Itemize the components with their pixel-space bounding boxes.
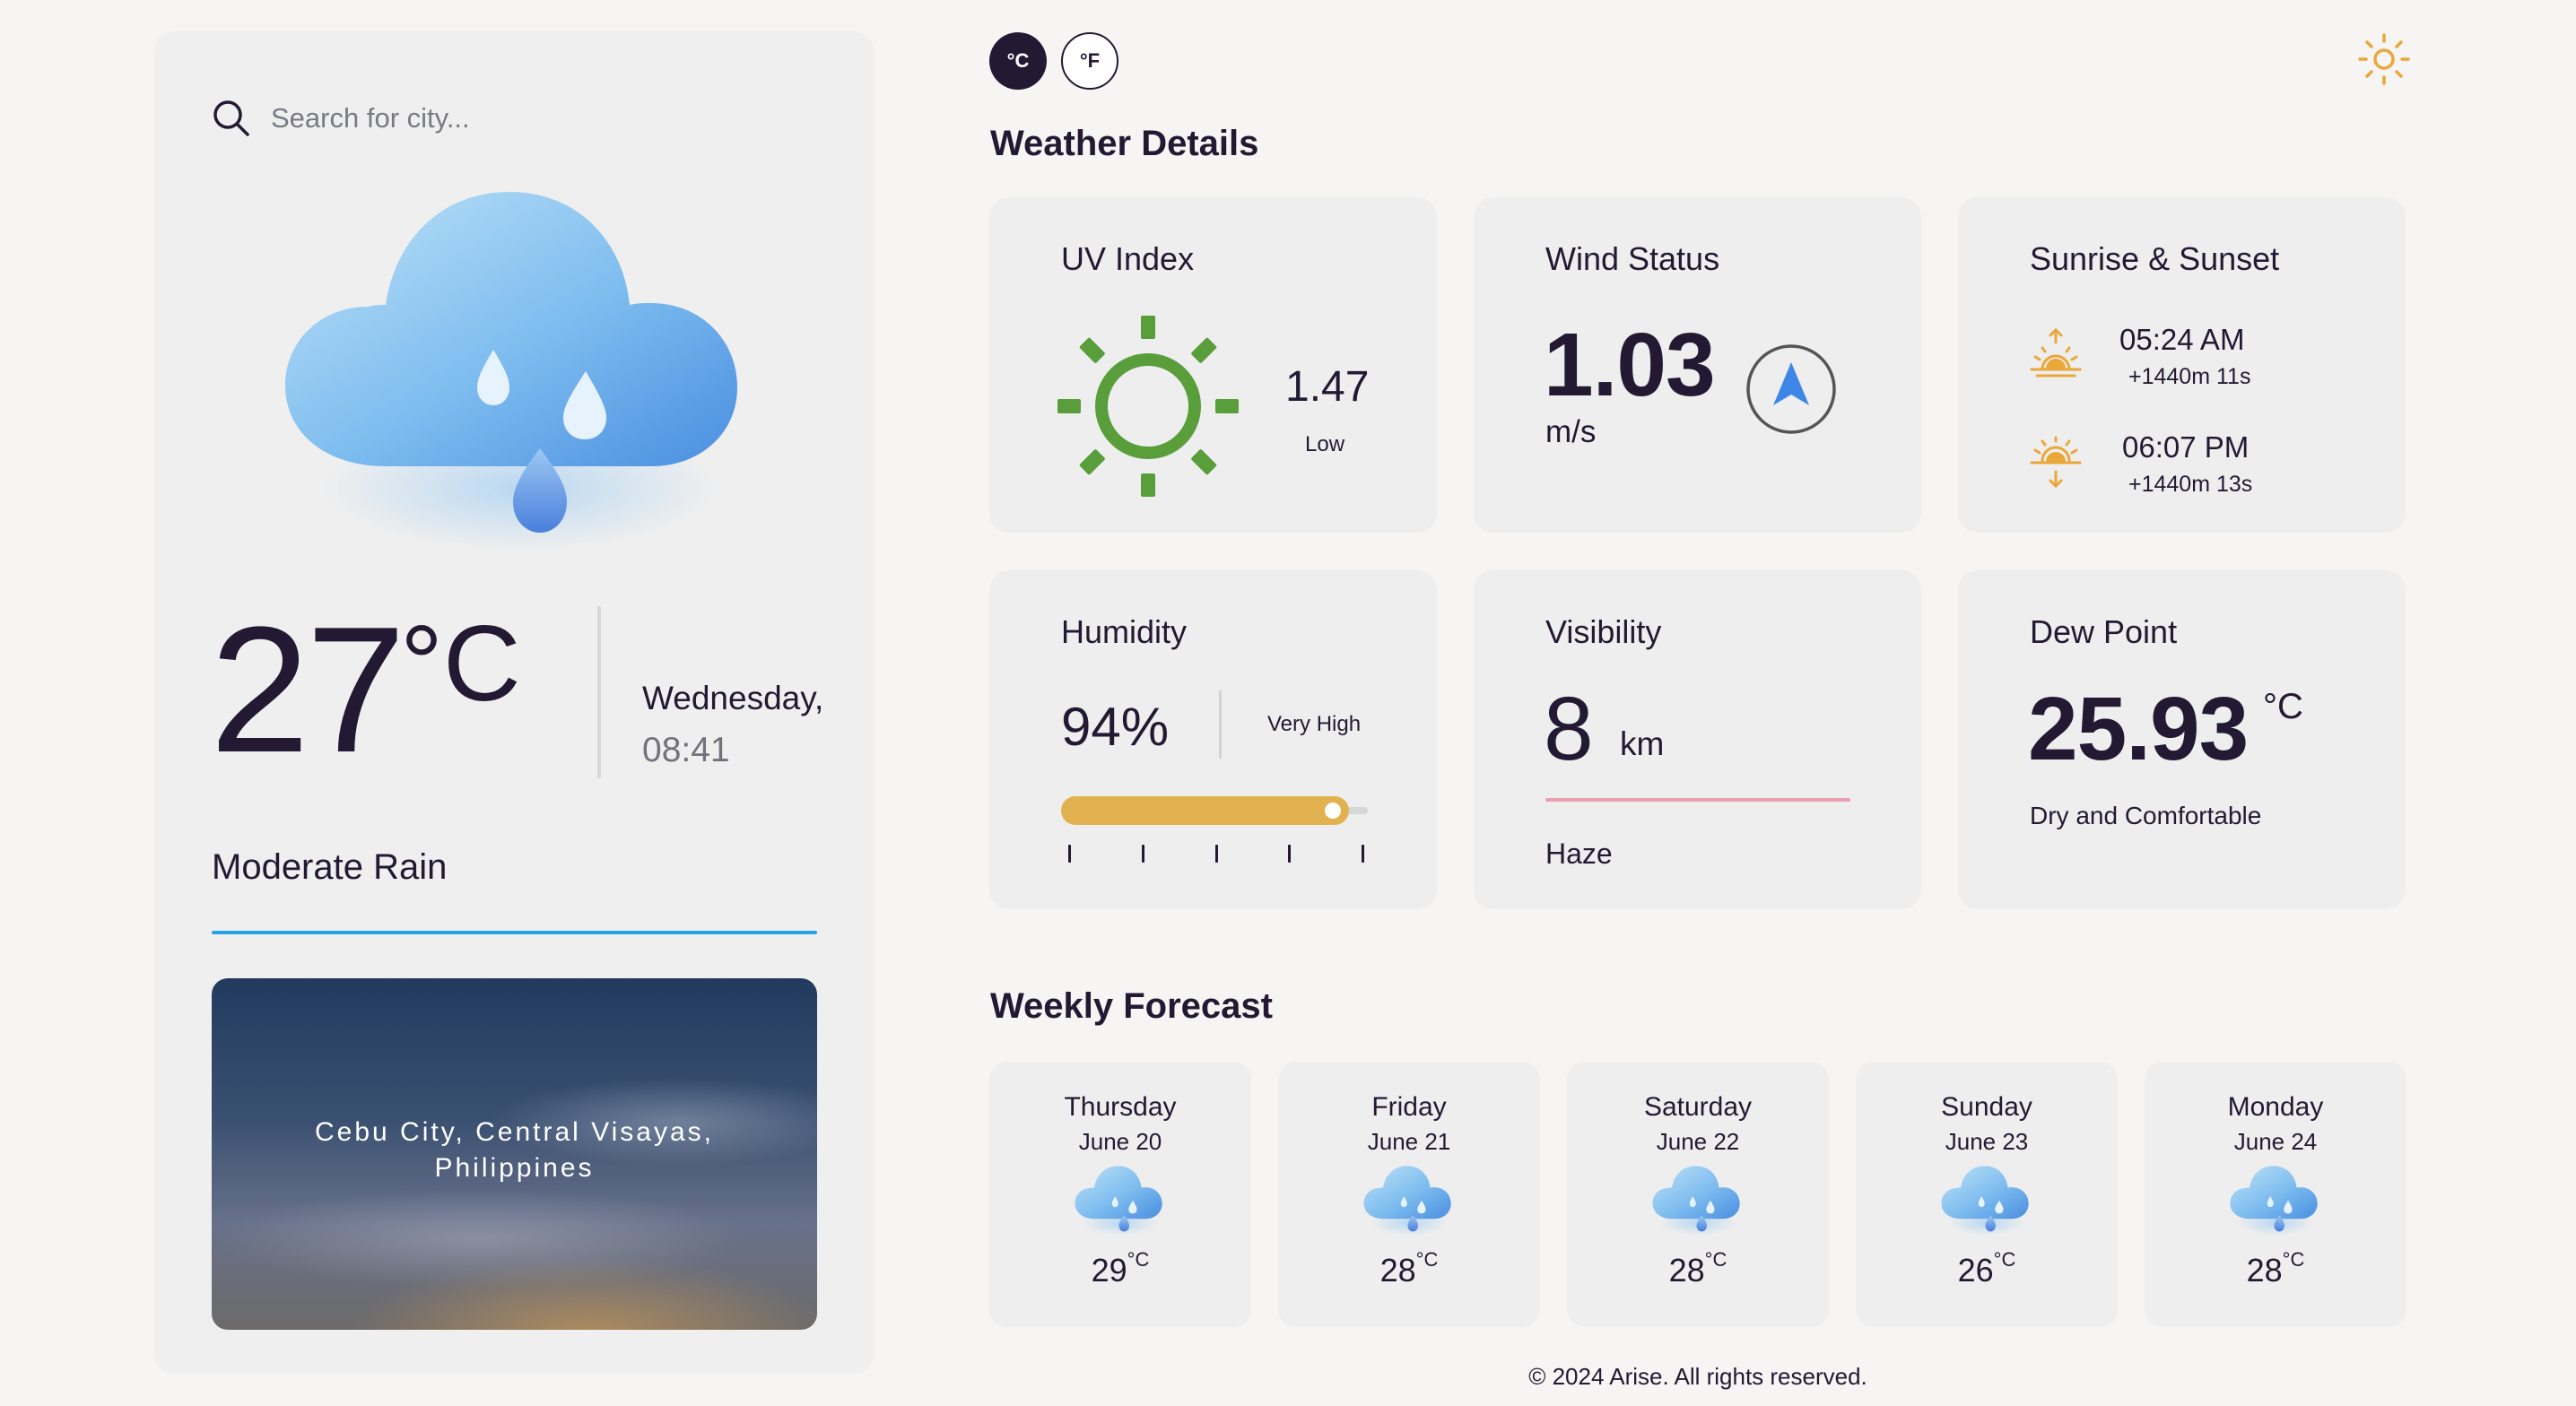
wind-speed-value: 1.03 <box>1544 315 1716 415</box>
rain-cloud-icon <box>2227 1162 2324 1237</box>
uv-sun-icon <box>1057 316 1239 497</box>
forecast-temp-value: 26 <box>1957 1252 1994 1289</box>
temperature-unit: °C <box>400 603 521 724</box>
search-input[interactable] <box>271 102 809 135</box>
visibility-unit: km <box>1620 725 1665 762</box>
forecast-temp-value: 29 <box>1091 1252 1127 1289</box>
forecast-temp-value: 28 <box>1668 1252 1705 1289</box>
humidity-card: Humidity 94% Very High <box>989 570 1437 909</box>
dew-point-card: Dew Point 25.93 °C Dry and Comfortable <box>1958 570 2406 909</box>
wind-status-card: Wind Status 1.03 m/s <box>1474 197 1921 533</box>
forecast-day: Saturday <box>1643 1092 1753 1122</box>
weather-details-title: Weather Details <box>990 124 1259 163</box>
sunrise-time: 05:24 AM <box>2119 323 2245 356</box>
forecast-day: Monday <box>2227 1092 2324 1122</box>
visibility-value: 8 <box>1544 679 1594 779</box>
forecast-temp: 28°C <box>2145 1248 2406 1289</box>
dew-point-value: 25.93 <box>2028 679 2249 779</box>
forecast-date: June 23 <box>1945 1128 2029 1155</box>
forecast-date: June 24 <box>2233 1128 2318 1155</box>
visibility-title: Visibility <box>1545 613 1662 650</box>
condition-underline <box>212 931 817 934</box>
visibility-label: Haze <box>1545 838 1613 870</box>
uv-index-title: UV Index <box>1061 240 1195 277</box>
location-name: Cebu City, Central Visayas, Philippines <box>314 1117 715 1183</box>
fahrenheit-button[interactable]: °F <box>1061 32 1118 90</box>
scale-tick <box>1214 845 1218 863</box>
uv-index-label: Low <box>1305 432 1345 456</box>
humidity-bar-fill <box>1061 796 1349 825</box>
scale-tick <box>1141 845 1144 863</box>
humidity-title: Humidity <box>1061 613 1188 650</box>
current-day: Wednesday, <box>642 680 824 716</box>
rain-cloud-icon <box>269 179 771 556</box>
forecast-day-card: Sunday June 23 26°C <box>1856 1062 2118 1327</box>
forecast-temp-unit: °C <box>1993 1248 2016 1271</box>
forecast-day: Friday <box>1371 1092 1447 1122</box>
footer-copyright: © 2024 Arise. All rights reserved. <box>1528 1363 1867 1390</box>
forecast-date: June 20 <box>1078 1128 1162 1155</box>
humidity-label: Very High <box>1267 712 1362 736</box>
wind-status-title: Wind Status <box>1545 240 1720 277</box>
celsius-button[interactable]: °C <box>989 32 1047 90</box>
forecast-date: June 22 <box>1656 1128 1740 1155</box>
scale-tick <box>1288 845 1292 863</box>
rain-cloud-icon <box>1361 1162 1458 1237</box>
search-icon <box>213 100 249 136</box>
forecast-temp-unit: °C <box>1415 1248 1439 1271</box>
sunrise-sunset-title: Sunrise & Sunset <box>2030 240 2280 277</box>
forecast-temp-value: 28 <box>2246 1252 2283 1289</box>
sunset-icon <box>2030 436 2082 489</box>
location-card: Cebu City, Central Visayas, Philippines <box>212 978 817 1330</box>
forecast-day: Thursday <box>1064 1092 1177 1122</box>
current-temperature: 27 <box>210 590 405 790</box>
weekly-forecast-title: Weekly Forecast <box>990 986 1273 1026</box>
sun-icon[interactable] <box>2357 32 2411 86</box>
visibility-card: Visibility 8 km Haze <box>1474 570 1921 909</box>
wind-speed-unit: m/s <box>1545 414 1597 449</box>
humidity-value: 94% <box>1061 697 1170 757</box>
forecast-temp-value: 28 <box>1379 1252 1416 1289</box>
forecast-temp: 26°C <box>1856 1248 2118 1289</box>
forecast-temp: 28°C <box>1278 1248 1540 1289</box>
search-bar[interactable] <box>212 97 822 140</box>
rain-cloud-icon <box>1649 1162 1746 1237</box>
scale-tick <box>1362 845 1364 863</box>
dew-point-label: Dry and Comfortable <box>2030 802 2262 829</box>
sunset-delta: +1440m 13s <box>2128 472 2253 497</box>
rain-cloud-icon <box>1072 1162 1169 1237</box>
current-time: 08:41 <box>642 731 730 769</box>
weather-condition: Moderate Rain <box>212 847 448 887</box>
visibility-underline <box>1545 798 1850 802</box>
scale-tick <box>1068 845 1071 863</box>
uv-index-card: UV Index 1.47 Low <box>989 197 1437 533</box>
wind-direction-icon <box>1746 344 1836 434</box>
dew-point-title: Dew Point <box>2030 613 2178 650</box>
forecast-day: Sunday <box>1941 1092 2032 1122</box>
rain-cloud-icon <box>1938 1162 2035 1237</box>
forecast-temp: 28°C <box>1567 1248 1829 1289</box>
divider <box>597 606 601 778</box>
forecast-date: June 21 <box>1367 1128 1451 1155</box>
dew-point-unit: °C <box>2263 687 2303 726</box>
humidity-bar-handle <box>1322 800 1344 821</box>
forecast-day-card: Thursday June 20 29°C <box>989 1062 1251 1327</box>
sunrise-delta: +1440m 11s <box>2128 364 2251 389</box>
forecast-temp-unit: °C <box>1704 1248 1727 1271</box>
sunrise-icon <box>2030 327 2082 378</box>
forecast-temp-unit: °C <box>2282 1248 2305 1271</box>
forecast-temp-unit: °C <box>1127 1248 1150 1271</box>
forecast-day-card: Monday June 24 28°C <box>2145 1062 2406 1327</box>
forecast-day-card: Saturday June 22 28°C <box>1567 1062 1829 1327</box>
uv-index-value: 1.47 <box>1285 363 1370 411</box>
sunset-time: 06:07 PM <box>2122 430 2250 464</box>
humidity-scale <box>1068 845 1364 866</box>
divider <box>1219 690 1222 759</box>
sunrise-sunset-card: Sunrise & Sunset 05:24 AM +1440m 11s 06:… <box>1958 197 2406 533</box>
forecast-day-card: Friday June 21 28°C <box>1278 1062 1540 1327</box>
forecast-temp: 29°C <box>989 1248 1251 1289</box>
